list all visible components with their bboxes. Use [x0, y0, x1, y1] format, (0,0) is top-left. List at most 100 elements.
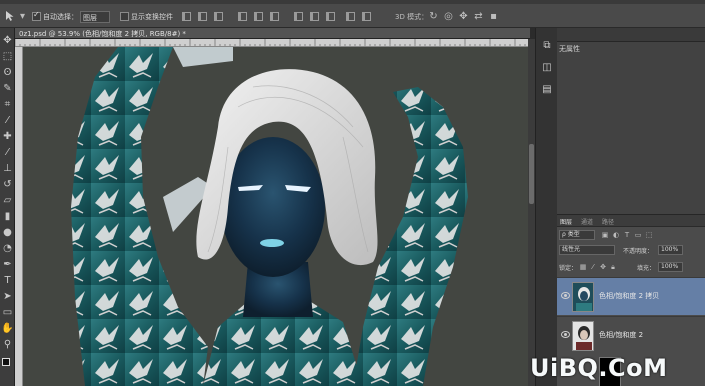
lock-position-icon[interactable]: ✥: [599, 263, 607, 271]
properties-panel-icon[interactable]: ◫: [541, 62, 553, 74]
tab-paths[interactable]: 路径: [602, 217, 614, 226]
3d-scale-icon[interactable]: ▪: [488, 11, 499, 22]
3d-pan-icon[interactable]: ✥: [458, 11, 469, 22]
filter-pixel-icon[interactable]: ▣: [601, 231, 609, 239]
properties-panel: 无属性: [557, 28, 705, 214]
document-canvas[interactable]: [23, 47, 528, 386]
layers-panel-tabs: 图层 通道 路径: [557, 215, 705, 227]
zoom-tool-icon[interactable]: ⚲: [1, 338, 14, 351]
shape-tool-icon[interactable]: ▭: [1, 306, 14, 319]
show-transform-checkbox[interactable]: [120, 12, 129, 21]
align-right-icon[interactable]: [270, 12, 279, 21]
blend-row: 线性光 不透明度： 100%: [557, 243, 705, 257]
layer-thumbnail: [572, 282, 594, 312]
dropdown-arrow-icon[interactable]: ▾: [17, 11, 28, 22]
healing-brush-tool-icon[interactable]: ✚: [1, 130, 14, 143]
mouth-highlight: [260, 239, 284, 247]
align-hcenter-icon[interactable]: [254, 12, 263, 21]
blend-mode-dropdown[interactable]: 线性光: [559, 245, 615, 255]
filter-smart-icon[interactable]: ⬚: [645, 231, 653, 239]
document-tab[interactable]: 0z1.psd @ 53.9% (色相/饱和度 2 拷贝, RGB/8#) *: [15, 28, 530, 39]
horizontal-ruler[interactable]: [15, 39, 530, 47]
path-select-tool-icon[interactable]: ➤: [1, 290, 14, 303]
distribute-left-icon[interactable]: [346, 12, 355, 21]
layer-name[interactable]: 色相/饱和度 2 拷贝: [599, 291, 659, 301]
lasso-tool-icon[interactable]: ʘ: [1, 66, 14, 79]
blur-tool-icon[interactable]: ●: [1, 226, 14, 239]
scrollbar-thumb[interactable]: [529, 144, 534, 204]
filter-type-icon[interactable]: T: [623, 231, 631, 239]
foreground-color-swatch[interactable]: [2, 358, 10, 366]
history-panel-icon[interactable]: ⧉: [541, 40, 553, 52]
history-brush-tool-icon[interactable]: ↺: [1, 178, 14, 191]
move-tool-icon[interactable]: ✥: [1, 34, 14, 47]
vertical-scrollbar[interactable]: [528, 39, 535, 386]
watermark: UiBQ.CoM: [530, 354, 705, 386]
align-top-icon[interactable]: [182, 12, 191, 21]
layer-thumbnail-art: [573, 283, 593, 311]
properties-panel-header: [557, 28, 705, 42]
type-tool-icon[interactable]: T: [1, 274, 14, 287]
show-transform-label: 显示变换控件: [131, 13, 173, 21]
brush-tool-icon[interactable]: ⁄: [1, 146, 14, 159]
lock-pixels-icon[interactable]: ⁄: [589, 263, 597, 271]
layer-thumbnail: [572, 321, 594, 351]
distribute-bottom-icon[interactable]: [326, 12, 335, 21]
3d-rotate-icon[interactable]: ↻: [428, 11, 439, 22]
gradient-tool-icon[interactable]: ▮: [1, 210, 14, 223]
inverted-portrait-image: [71, 47, 468, 386]
align-left-icon[interactable]: [238, 12, 247, 21]
ruler-ticks: [15, 39, 526, 46]
hands-top: [173, 47, 233, 67]
options-bar: ▾ 自动选择： 图层 显示变换控件 3D 模式： ↻ ◎ ✥ ⇄ ▪: [0, 4, 705, 28]
clone-stamp-tool-icon[interactable]: ⊥: [1, 162, 14, 175]
brush-panel-icon[interactable]: ▤: [541, 84, 553, 96]
filter-adjust-icon[interactable]: ◐: [612, 231, 620, 239]
align-bottom-icon[interactable]: [214, 12, 223, 21]
left-sleeve: [71, 47, 208, 386]
auto-select-checkbox[interactable]: [32, 10, 41, 21]
align-vcenter-icon[interactable]: [198, 12, 207, 21]
distribute-top-icon[interactable]: [294, 12, 303, 21]
vertical-ruler[interactable]: [15, 47, 23, 386]
lock-label: 锁定：: [559, 265, 578, 272]
fill-input[interactable]: 100%: [658, 262, 683, 272]
opacity-label: 不透明度：: [623, 248, 654, 255]
lock-all-icon[interactable]: 🔒︎: [609, 263, 617, 271]
filter-shape-icon[interactable]: ▭: [634, 231, 642, 239]
lock-row: 锁定： ▦ ⁄ ✥ 🔒︎ 填充： 100%: [557, 260, 705, 274]
layer-filter-row: ρ 类型 ▣ ◐ T ▭ ⬚: [557, 228, 705, 242]
visibility-eye-icon[interactable]: [561, 292, 570, 299]
eraser-tool-icon[interactable]: ▱: [1, 194, 14, 207]
layer-name[interactable]: 色相/饱和度 2: [599, 330, 643, 340]
watermark-text: UiBQ.CoM: [530, 354, 668, 382]
quick-select-tool-icon[interactable]: ✎: [1, 82, 14, 95]
layer-filter-dropdown[interactable]: ρ 类型: [559, 230, 595, 240]
tab-layers[interactable]: 图层: [560, 217, 572, 226]
document-title: 0z1.psd @ 53.9% (色相/饱和度 2 拷贝, RGB/8#) *: [19, 30, 186, 38]
marquee-tool-icon[interactable]: ⬚: [1, 50, 14, 63]
mode-3d-label: 3D 模式：: [395, 13, 429, 21]
properties-panel-title: 无属性: [559, 45, 580, 53]
layer-row[interactable]: 色相/饱和度 2 拷贝: [557, 277, 705, 315]
lock-transparent-icon[interactable]: ▦: [579, 263, 587, 271]
eyedropper-tool-icon[interactable]: ⁄: [1, 114, 14, 127]
move-tool-icon[interactable]: [3, 9, 17, 23]
pen-tool-icon[interactable]: ✒: [1, 258, 14, 271]
distribute-right-icon[interactable]: [362, 12, 371, 21]
distribute-vcenter-icon[interactable]: [310, 12, 319, 21]
tab-channels[interactable]: 通道: [581, 217, 593, 226]
hand-tool-icon[interactable]: ✋: [1, 322, 14, 335]
opacity-input[interactable]: 100%: [658, 245, 683, 255]
3d-slide-icon[interactable]: ⇄: [473, 11, 484, 22]
3d-roll-icon[interactable]: ◎: [443, 11, 454, 22]
visibility-eye-icon[interactable]: [561, 331, 570, 338]
auto-select-label: 自动选择：: [43, 13, 78, 21]
layer-thumbnail-art: [573, 322, 593, 350]
tools-panel: ✥ ⬚ ʘ ✎ ⌗ ⁄ ✚ ⁄ ⊥ ↺ ▱ ▮ ● ◔ ✒ T ➤ ▭ ✋ ⚲: [0, 28, 15, 386]
dodge-tool-icon[interactable]: ◔: [1, 242, 14, 255]
fill-label: 填充：: [637, 265, 656, 272]
crop-tool-icon[interactable]: ⌗: [1, 98, 14, 111]
auto-select-dropdown[interactable]: 图层: [80, 11, 110, 23]
layer-row[interactable]: 色相/饱和度 2: [557, 316, 705, 354]
